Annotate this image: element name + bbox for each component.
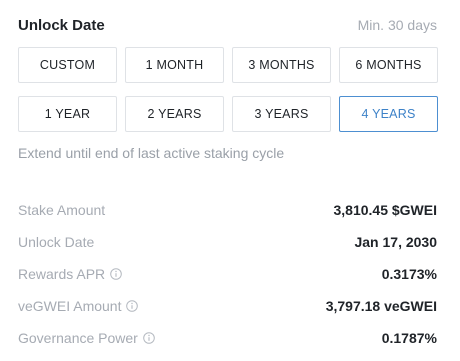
info-circle-icon[interactable] [143, 332, 155, 344]
stat-label: Governance Power [18, 330, 138, 346]
period-button-1-month[interactable]: 1 MONTH [125, 47, 224, 83]
period-button-3-months[interactable]: 3 MONTHS [232, 47, 331, 83]
period-button-2-years[interactable]: 2 YEARS [125, 96, 224, 132]
period-button-custom[interactable]: CUSTOM [18, 47, 117, 83]
minimum-duration-label: Min. 30 days [357, 17, 437, 33]
stat-label: Stake Amount [18, 202, 106, 218]
stat-row-vegwei-amount: veGWEI Amount 3,797.18 veGWEI [18, 290, 437, 322]
info-circle-icon[interactable] [126, 300, 139, 312]
stat-row-stake-amount: Stake Amount 3,810.45 $GWEI [18, 194, 437, 226]
stake-summary: Stake Amount 3,810.45 $GWEI Unlock Date … [18, 194, 437, 354]
stat-value: 3,810.45 $GWEI [333, 202, 437, 218]
stat-row-rewards-apr: Rewards APR 0.3173% [18, 258, 437, 290]
stat-value: 3,797.18 veGWEI [325, 298, 437, 314]
stat-label: Rewards APR [18, 266, 106, 282]
period-button-6-months[interactable]: 6 MONTHS [339, 47, 438, 83]
stat-label: veGWEI Amount [18, 298, 122, 314]
stat-row-governance-power: Governance Power 0.1787% [18, 322, 437, 354]
stat-row-unlock-date: Unlock Date Jan 17, 2030 [18, 226, 437, 258]
period-button-3-years[interactable]: 3 YEARS [232, 96, 331, 132]
stat-value: 0.1787% [381, 330, 437, 346]
period-button-1-year[interactable]: 1 YEAR [18, 96, 117, 132]
stat-value: 0.3173% [381, 266, 437, 282]
section-title: Unlock Date [18, 16, 105, 34]
info-circle-icon[interactable] [110, 268, 122, 280]
period-button-4-years[interactable]: 4 YEARS [339, 96, 438, 132]
lock-period-options: CUSTOM 1 MONTH 3 MONTHS 6 MONTHS 1 YEAR … [18, 47, 438, 132]
stat-label: Unlock Date [18, 234, 95, 250]
stat-value: Jan 17, 2030 [354, 234, 437, 250]
unlock-date-header: Unlock Date Min. 30 days [18, 14, 437, 36]
staking-cycle-note: Extend until end of last active staking … [18, 145, 285, 161]
